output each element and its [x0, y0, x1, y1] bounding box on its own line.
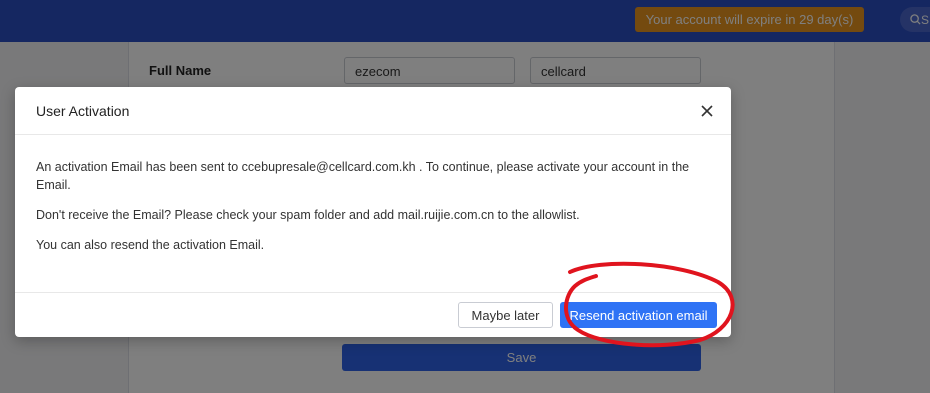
- maybe-later-button[interactable]: Maybe later: [458, 302, 553, 328]
- activation-sent-text: An activation Email has been sent to cce…: [36, 160, 690, 192]
- dialog-header: User Activation: [15, 87, 731, 135]
- user-activation-dialog: User Activation An activation Email has …: [15, 87, 731, 337]
- dialog-body: An activation Email has been sent to cce…: [15, 135, 731, 254]
- spam-folder-text: Don't receive the Email? Please check yo…: [36, 208, 580, 222]
- resend-activation-email-button[interactable]: Resend activation email: [560, 302, 717, 328]
- close-icon[interactable]: [699, 103, 715, 119]
- resend-hint-text: You can also resend the activation Email…: [36, 238, 265, 252]
- dialog-footer-divider: [15, 292, 731, 293]
- dialog-title: User Activation: [36, 102, 130, 119]
